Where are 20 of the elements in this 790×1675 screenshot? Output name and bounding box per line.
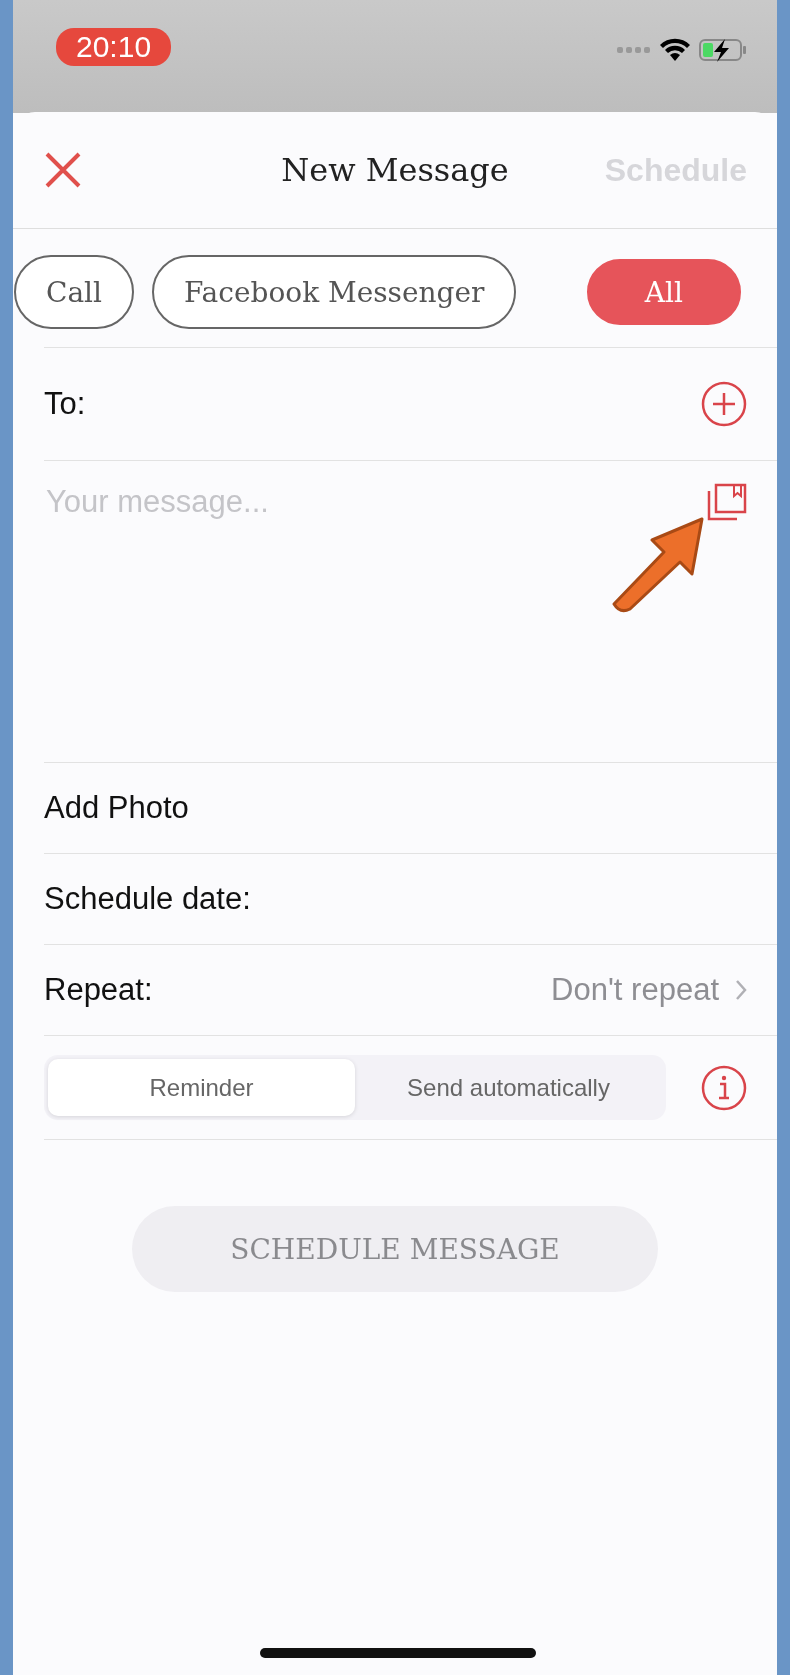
chevron-icon <box>735 979 747 1001</box>
filter-chip[interactable]: Call <box>14 255 135 329</box>
to-label: To: <box>44 386 86 422</box>
templates-button[interactable] <box>707 483 747 521</box>
row-label[interactable]: Repeat: <box>44 972 153 1008</box>
mode-segment[interactable]: Send automatically <box>355 1059 662 1116</box>
row-label[interactable]: Schedule date: <box>44 881 251 917</box>
filter-chip[interactable]: Facebook Messenger <box>152 255 517 329</box>
signal-icon <box>617 46 651 54</box>
add-contact-button[interactable] <box>701 381 747 427</box>
mode-segment[interactable]: Reminder <box>48 1059 355 1116</box>
close-button[interactable] <box>43 150 83 190</box>
repeat-value[interactable]: Don't repeat <box>551 972 719 1008</box>
status-time: 20:10 <box>56 28 172 66</box>
screen-title: New Message <box>281 151 509 189</box>
wifi-icon <box>659 38 691 62</box>
info-button[interactable] <box>701 1064 747 1111</box>
row-label[interactable]: Add Photo <box>44 790 189 826</box>
battery-charging-icon <box>699 38 747 62</box>
filter-chip[interactable]: All <box>586 259 741 325</box>
